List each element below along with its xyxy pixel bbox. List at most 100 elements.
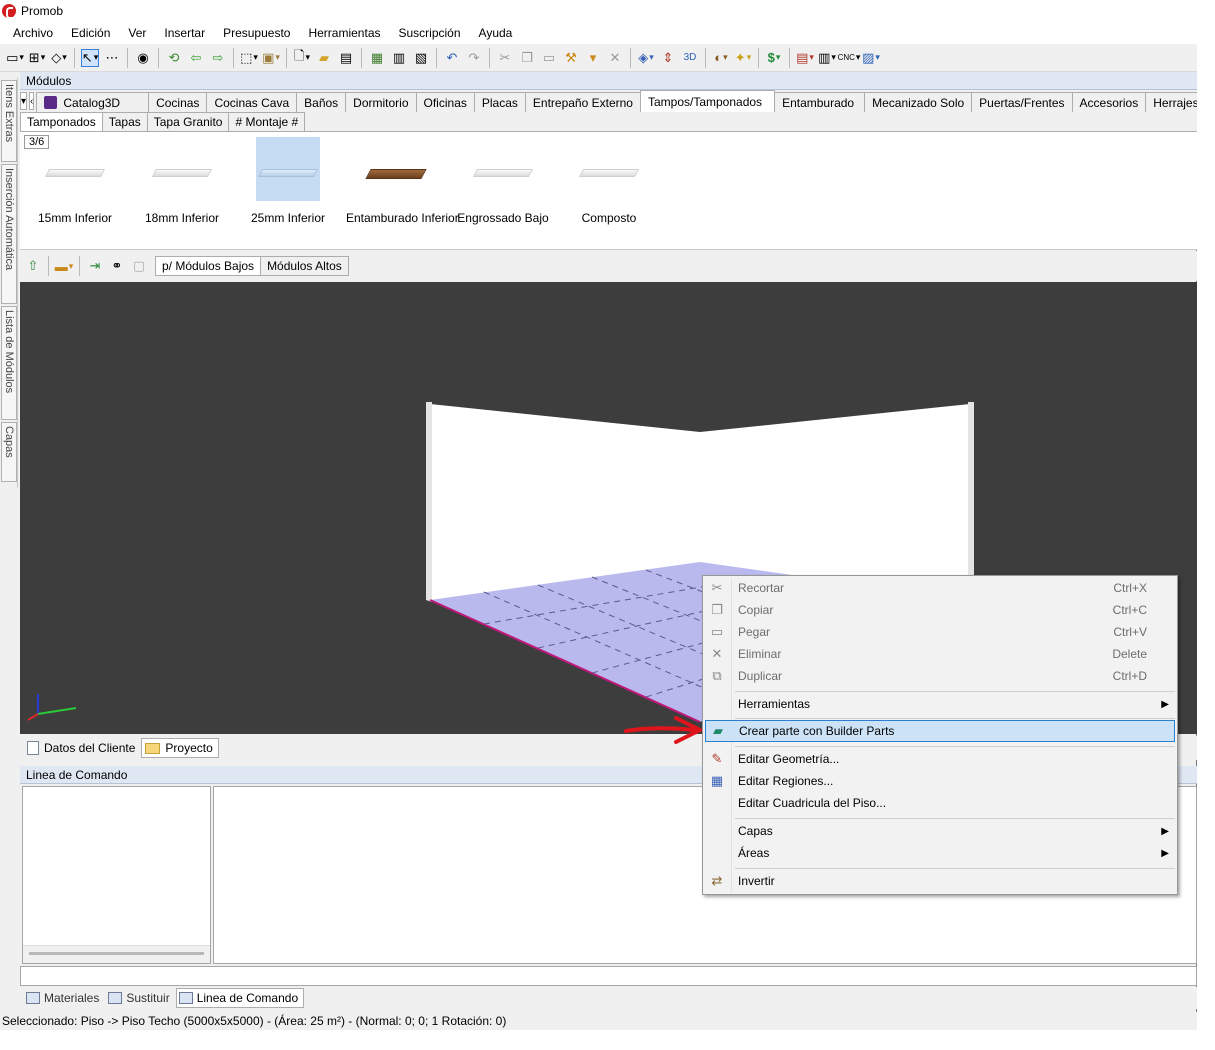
paste-icon[interactable]: ▭ — [540, 49, 558, 67]
menu-item-eliminar[interactable]: ✕ Eliminar Delete — [705, 643, 1175, 665]
dimension-icon[interactable]: ⇕ — [659, 49, 677, 67]
tab-materiales[interactable]: Materiales — [23, 988, 105, 1008]
view-eye-icon[interactable]: ◉ — [134, 49, 152, 67]
go-up-icon[interactable]: ⇧ — [24, 257, 42, 275]
shape-icon[interactable]: ◇ — [50, 49, 68, 67]
hierarchy-icon[interactable]: ⊞ — [28, 49, 46, 67]
side-tab-insercion-automatica[interactable]: Inserción Automática — [1, 164, 17, 304]
tab-mecanizado-solo[interactable]: Mecanizado Solo — [864, 92, 973, 112]
tab-entamburado[interactable]: Entamburado — [774, 92, 866, 112]
tab-modulos-bajos[interactable]: p/ Módulos Bajos — [155, 256, 262, 276]
tab-puertas-frentes[interactable]: Puertas/Frentes — [971, 92, 1073, 112]
menu-edicion[interactable]: Edición — [62, 24, 119, 42]
menu-item-copiar[interactable]: ❐ Copiar Ctrl+C — [705, 599, 1175, 621]
print-render-icon[interactable]: ▦ — [368, 49, 386, 67]
report-icon[interactable]: ▤ — [796, 49, 814, 67]
paint-icon[interactable]: ▾ — [584, 49, 602, 67]
save-icon[interactable]: ▤ — [337, 49, 355, 67]
menu-item-editar-cuadricula[interactable]: Editar Cuadricula del Piso... — [705, 792, 1175, 814]
module-item-selected[interactable]: 25mm Inferior — [238, 137, 338, 227]
hammer-icon[interactable]: ⚒ — [562, 49, 580, 67]
menu-item-duplicar[interactable]: ⧉ Duplicar Ctrl+D — [705, 665, 1175, 687]
module-item[interactable]: 18mm Inferior — [132, 137, 232, 227]
tab-modulos-altos[interactable]: Módulos Altos — [260, 256, 349, 276]
menu-insertar[interactable]: Insertar — [155, 24, 214, 42]
box-3d-icon[interactable]: ▣ — [262, 49, 280, 67]
undo-icon[interactable]: ↶ — [443, 49, 461, 67]
tab-cocinas-cava[interactable]: Cocinas Cava — [206, 92, 298, 112]
binoculars-icon[interactable]: ⚭ — [108, 257, 126, 275]
layout-icon[interactable]: ▥ — [818, 49, 836, 67]
tab-herrajes[interactable]: Herrajes — [1145, 92, 1197, 112]
menu-presupuesto[interactable]: Presupuesto — [214, 24, 299, 42]
tab-linea-de-comando[interactable]: Linea de Comando — [175, 988, 305, 1008]
chart-icon[interactable]: ▨ — [862, 49, 880, 67]
subtab-tapa-granito[interactable]: Tapa Granito — [146, 112, 230, 131]
side-tab-capas[interactable]: Capas — [1, 422, 17, 482]
redo-icon[interactable]: ↷ — [465, 49, 483, 67]
view-3d-icon[interactable]: 3D — [681, 49, 699, 67]
tab-cocinas[interactable]: Cocinas — [148, 92, 208, 112]
menu-ayuda[interactable]: Ayuda — [470, 24, 522, 42]
menu-item-recortar[interactable]: ✂ Recortar Ctrl+X — [705, 577, 1175, 599]
lock-icon[interactable]: ▢ — [130, 257, 148, 275]
rotate-icon[interactable]: ⟲ — [165, 49, 183, 67]
menu-item-invertir[interactable]: ⇄ Invertir — [705, 870, 1175, 892]
layers-icon[interactable]: ◈ — [637, 49, 655, 67]
line-style-icon[interactable]: ▬ — [55, 257, 73, 275]
delete-icon[interactable]: ✕ — [606, 49, 624, 67]
menu-item-areas[interactable]: Áreas ▶ — [705, 842, 1175, 864]
select-pointer-icon[interactable]: ↖ — [81, 48, 99, 67]
scroll-thumb[interactable] — [29, 952, 204, 955]
light-icon[interactable]: ✦ — [734, 49, 752, 67]
command-input[interactable] — [20, 966, 1197, 986]
subtab-montaje[interactable]: # Montaje # — [228, 112, 306, 131]
tabs-scroll-left-icon[interactable]: ‹ — [29, 92, 35, 110]
insert-icon[interactable]: ⇥ — [86, 257, 104, 275]
module-item[interactable]: Entamburado Inferior — [346, 137, 459, 227]
menu-item-editar-regiones[interactable]: ▦ Editar Regiones... — [705, 770, 1175, 792]
arrow-right-icon[interactable]: ⇨ — [209, 49, 227, 67]
module-item[interactable]: 15mm Inferior — [25, 137, 125, 227]
side-tab-itens-extras[interactable]: Itens Extras — [1, 80, 17, 162]
tab-sustituir[interactable]: Sustituir — [105, 988, 175, 1008]
measure-icon[interactable]: ⋯ — [103, 49, 121, 67]
tab-catalog3d[interactable]: Catalog3D — [36, 92, 150, 112]
tab-oficinas[interactable]: Oficinas — [415, 92, 475, 112]
tabs-dropdown-icon[interactable]: ▾ — [20, 92, 28, 110]
tab-accesorios[interactable]: Accesorios — [1071, 92, 1147, 112]
subtab-tamponados[interactable]: Tamponados — [20, 112, 103, 131]
module-item[interactable]: Engrossado Bajo — [453, 137, 553, 227]
arrow-left-icon[interactable]: ⇦ — [187, 49, 205, 67]
menu-ver[interactable]: Ver — [119, 24, 155, 42]
cnc-icon[interactable]: CNC — [838, 49, 858, 67]
render-icon[interactable]: ◐ — [712, 49, 730, 67]
menu-item-capas[interactable]: Capas ▶ — [705, 820, 1175, 842]
new-file-icon[interactable]: 🗋 — [293, 48, 311, 67]
cut-icon[interactable]: ✂ — [496, 49, 514, 67]
open-folder-icon[interactable]: ▰ — [315, 49, 333, 67]
tab-dormitorio[interactable]: Dormitorio — [345, 92, 417, 112]
command-history-list[interactable] — [22, 786, 211, 964]
menu-suscripcion[interactable]: Suscripción — [390, 24, 470, 42]
print-preview-icon[interactable]: ▧ — [412, 49, 430, 67]
tab-proyecto[interactable]: Proyecto — [141, 738, 219, 758]
menu-herramientas[interactable]: Herramientas — [299, 24, 389, 42]
horizontal-scrollbar[interactable] — [23, 945, 210, 963]
menu-item-pegar[interactable]: ▭ Pegar Ctrl+V — [705, 621, 1175, 643]
tab-banos[interactable]: Baños — [296, 92, 347, 112]
menu-item-crear-parte-builder-parts[interactable]: ▰ Crear parte con Builder Parts — [705, 720, 1175, 742]
tab-tampos-tamponados[interactable]: Tampos/Tamponados — [639, 90, 776, 112]
menu-item-herramientas[interactable]: Herramientas ▶ — [705, 693, 1175, 715]
menu-item-editar-geometria[interactable]: ✎ Editar Geometría... — [705, 748, 1175, 770]
new-window-icon[interactable]: ▭ — [6, 49, 24, 67]
tab-placas[interactable]: Placas — [473, 92, 526, 112]
view-cube-icon[interactable]: ⬚ — [240, 49, 258, 67]
subtab-tapas[interactable]: Tapas — [101, 112, 148, 131]
copy-icon[interactable]: ❐ — [518, 49, 536, 67]
print-icon[interactable]: ▥ — [390, 49, 408, 67]
menu-archivo[interactable]: Archivo — [4, 24, 62, 42]
side-tab-lista-de-modulos[interactable]: Lista de Módulos — [1, 306, 17, 420]
budget-dollar-icon[interactable]: $ — [765, 49, 783, 67]
tab-datos-del-cliente[interactable]: Datos del Cliente — [23, 738, 141, 758]
